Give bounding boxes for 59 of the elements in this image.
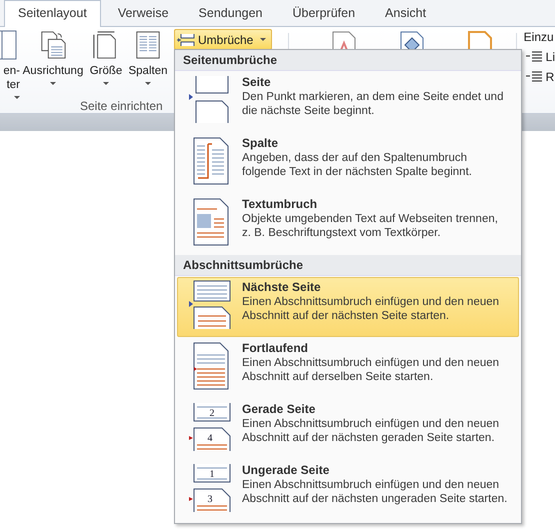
page-number: 3 [208, 494, 212, 505]
ribbon-tab[interactable]: Verweise [104, 1, 182, 26]
ribbon-button[interactable]: Größe [86, 27, 126, 99]
page-icon [189, 428, 230, 452]
menu-section-header: Abschnittsumbrüche [175, 255, 521, 276]
menu-item-description: Abschnitt auf der nächsten ungeraden Seite starten. [242, 492, 508, 506]
break-icon [188, 280, 232, 330]
menu-item-title: Spalte [242, 136, 280, 151]
ribbon-tab[interactable]: Überprüfen [280, 1, 368, 26]
menu-item-title: Gerade Seite [242, 402, 316, 417]
menu-item[interactable]: Textumbruch Objekte umgebenden Text auf Webseiten trennen, z. B. Beschriftungstext vom Textkörper. [177, 194, 519, 254]
menu-item-description: Einen Abschnittsumbruch einfügen und den neuen [242, 295, 500, 309]
ribbon-button[interactable]: en- ter [0, 27, 20, 99]
page-number: 2 [210, 408, 214, 419]
menu-item-description: z. B. Beschriftungstext vom Textkörper. [242, 226, 442, 240]
menu-item[interactable]: 1 3 Ungerade Seite Einen Abschnittsumbruch einfügen und den neuen Abschnitt auf der nächsten ungeraden Seite starten. [177, 460, 519, 520]
ribbon-button[interactable]: Spalten [126, 27, 170, 99]
page-number: 1 [210, 469, 214, 480]
menu-item-description: die nächste Seite beginnt. [242, 104, 376, 118]
menu-item-title: Ungerade Seite [242, 463, 330, 478]
menu-item-title: Textumbruch [242, 197, 318, 212]
breaks-button[interactable]: Umbrüche [174, 29, 272, 50]
menu-item-description: Den Punkt markieren, an dem eine Seite endet und [242, 90, 504, 104]
menu-item[interactable]: 2 4 Gerade Seite Einen Abschnittsumbruch einfügen und den neuen Abschnitt auf der nächsten geraden Seite starten. [177, 399, 519, 459]
menu-item-description: Objekte umgebenden Text auf Webseiten trennen, [242, 212, 498, 226]
indent-button[interactable]: Li [524, 50, 555, 64]
ribbon-button[interactable]: Ausrichtung [20, 27, 86, 99]
menu-item-title: Fortlaufend [242, 341, 309, 356]
menu-item-title: Seite [242, 75, 272, 90]
indent-icon [526, 71, 542, 83]
page-break-icon [177, 32, 195, 46]
menu-item-description: Abschnitt auf derselben Seite starten. [242, 370, 434, 384]
menu-item-description: Einen Abschnittsumbruch einfügen und den neuen [242, 478, 500, 492]
indent-button[interactable]: R [524, 70, 555, 84]
menu-item[interactable]: Fortlaufend Einen Abschnittsumbruch einfügen und den neuen Abschnitt auf derselben Seite starten. [177, 338, 519, 398]
ribbon-tab[interactable]: Ansicht [372, 1, 440, 26]
menu-item-description: Abschnitt auf der nächsten geraden Seite starten. [242, 431, 496, 445]
columns-icon [134, 30, 162, 60]
menu-item-description: Einen Abschnittsumbruch einfügen und den neuen [242, 417, 500, 431]
menu-section-header: Seitenumbrüche [175, 50, 521, 71]
group-label: Seite einrichten [80, 99, 163, 115]
menu-item[interactable]: Seite Den Punkt markieren, an dem eine Seite endet und die nächste Seite beginnt. [177, 72, 519, 132]
page-icon [194, 464, 230, 482]
page-number: 4 [208, 433, 212, 444]
ribbon-tab[interactable]: Sendungen [186, 1, 276, 26]
menu-item-description: Angeben, dass der auf den Spaltenumbruch [242, 151, 468, 165]
menu-item-description: Abschnitt auf der nächsten Seite starten. [242, 309, 450, 323]
page-icon [189, 488, 230, 512]
caret-icon [260, 38, 266, 41]
menu-item[interactable]: Nächste Seite Einen Abschnittsumbruch einfügen und den neuen Abschnitt auf der nächsten Seite starten. [177, 277, 519, 337]
menu-item-description: folgende Text in der nächsten Spalte beginnt. [242, 165, 472, 179]
group-title: Einzu [524, 30, 555, 44]
page-icon [194, 402, 230, 422]
menu-item[interactable]: Spalte Angeben, dass der auf den Spaltenumbruch folgende Text in der nächsten Spalte beginnt. [177, 133, 519, 193]
pages-icon [39, 30, 67, 60]
indent-icon [526, 51, 542, 63]
menu-item-title: Nächste Seite [242, 280, 322, 295]
ribbon-tab[interactable]: Seitenlayout [4, 0, 101, 27]
menu-item-description: Einen Abschnittsumbruch einfügen und den neuen [242, 356, 500, 370]
